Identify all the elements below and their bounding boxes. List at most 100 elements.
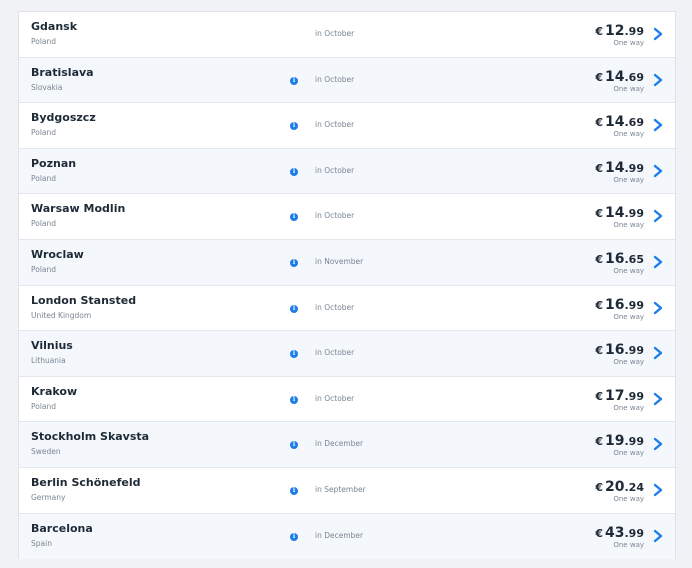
fare-price: €14.99: [595, 202, 644, 221]
fare-currency: €: [595, 252, 604, 266]
destination-city: Poznan: [31, 156, 77, 170]
chevron-right-icon[interactable]: [652, 27, 664, 41]
info-icon[interactable]: i: [290, 350, 298, 359]
fare-currency: €: [595, 526, 604, 540]
fare-currency: €: [595, 344, 604, 358]
destination-city: Bratislava: [31, 65, 94, 79]
info-icon[interactable]: i: [290, 167, 298, 176]
chevron-right-icon[interactable]: [652, 392, 664, 406]
fare-whole: 14: [605, 68, 625, 85]
travel-month: in October: [315, 29, 355, 38]
destination-city: Barcelona: [31, 521, 93, 535]
trip-type: One way: [613, 494, 644, 503]
travel-month: in October: [315, 120, 355, 130]
chevron-right-icon[interactable]: [652, 118, 664, 132]
trip-type: One way: [613, 84, 644, 93]
destination-country: Spain: [31, 538, 52, 548]
info-icon[interactable]: i: [290, 258, 298, 267]
flight-row[interactable]: London Stansted United Kingdom i in Octo…: [19, 286, 675, 332]
flight-row[interactable]: Berlin Schönefeld Germany i in September…: [19, 468, 675, 514]
fare-decimal: .99: [624, 344, 645, 358]
flight-row[interactable]: Vilnius Lithuania i in October €16.99 On…: [19, 331, 675, 377]
chevron-right-icon[interactable]: [652, 73, 664, 87]
fare-price: €14.99: [595, 157, 644, 176]
chevron-right-icon[interactable]: [652, 255, 664, 269]
fare-whole: 16: [605, 342, 625, 359]
travel-month: in December: [315, 439, 364, 449]
chevron-right-icon[interactable]: [652, 209, 664, 223]
fare-currency: €: [595, 298, 604, 312]
fare-decimal: .69: [624, 116, 645, 130]
fare-decimal: .99: [624, 389, 645, 403]
fare-whole: 16: [605, 250, 625, 267]
info-icon[interactable]: i: [290, 486, 298, 495]
info-icon[interactable]: i: [290, 395, 298, 404]
travel-month: in October: [315, 348, 355, 358]
destination-city: Krakow: [31, 384, 78, 398]
destination-city: London Stansted: [31, 293, 137, 307]
flight-row[interactable]: Wroclaw Poland i in November €16.65 One …: [19, 239, 675, 286]
destination-country: Poland: [31, 401, 57, 411]
destination-country: Slovakia: [31, 82, 63, 92]
travel-month: in October: [315, 302, 355, 312]
info-icon[interactable]: i: [290, 213, 298, 222]
fare-whole: 12: [605, 23, 625, 39]
info-icon[interactable]: i: [290, 304, 298, 313]
destination-city: Berlin Schönefeld: [31, 475, 141, 489]
destination-country: United Kingdom: [31, 310, 92, 320]
fare-price: €14.69: [595, 111, 644, 130]
flight-row[interactable]: Bratislava Slovakia i in October €14.69 …: [19, 57, 675, 104]
fare-whole: 19: [605, 433, 625, 450]
flight-row[interactable]: Bydgoszcz Poland i in October €14.69 One…: [19, 103, 675, 149]
chevron-right-icon[interactable]: [652, 483, 664, 497]
fare-whole: 17: [605, 387, 625, 404]
flight-row[interactable]: Gdansk Poland in October €12.99 One way: [19, 12, 675, 58]
chevron-right-icon[interactable]: [652, 301, 664, 315]
trip-type: One way: [613, 403, 644, 412]
chevron-right-icon[interactable]: [652, 437, 664, 451]
destination-city: Gdansk: [31, 20, 78, 33]
destination-city: Vilnius: [31, 339, 73, 353]
fare-price: €20.24: [595, 476, 644, 495]
flight-row[interactable]: Warsaw Modlin Poland i in October €14.99…: [19, 194, 675, 240]
flight-row[interactable]: Barcelona Spain i in December €43.99 One…: [19, 513, 675, 560]
fare-decimal: .99: [624, 298, 645, 312]
trip-type: One way: [613, 130, 644, 139]
travel-month: in October: [315, 74, 355, 84]
trip-type: One way: [613, 540, 644, 549]
destination-country: Sweden: [31, 447, 61, 457]
destination-country: Germany: [31, 492, 66, 502]
flight-row[interactable]: Krakow Poland i in October €17.99 One wa…: [19, 377, 675, 423]
fare-currency: €: [595, 435, 604, 449]
destination-city: Bydgoszcz: [31, 111, 96, 125]
trip-type: One way: [613, 39, 644, 47]
fare-price: €14.69: [595, 66, 644, 85]
destination-country: Lithuania: [31, 356, 66, 366]
flight-results-list: Gdansk Poland in October €12.99 One way …: [18, 11, 676, 560]
fare-currency: €: [595, 161, 604, 175]
fare-price: €16.99: [595, 294, 644, 313]
trip-type: One way: [613, 358, 644, 367]
flight-row[interactable]: Poznan Poland i in October €14.99 One wa…: [19, 148, 675, 195]
chevron-right-icon[interactable]: [652, 529, 664, 543]
chevron-right-icon[interactable]: [652, 346, 664, 360]
fare-price: €19.99: [595, 430, 644, 449]
fare-currency: €: [595, 207, 604, 221]
fare-whole: 16: [605, 296, 625, 313]
info-icon[interactable]: i: [290, 76, 298, 85]
fare-decimal: .99: [624, 435, 645, 449]
fare-price: €12.99: [595, 20, 644, 39]
fare-currency: €: [595, 25, 604, 38]
fare-decimal: .99: [624, 25, 645, 38]
info-icon[interactable]: i: [290, 441, 298, 450]
travel-month: in October: [315, 393, 355, 403]
chevron-right-icon[interactable]: [652, 164, 664, 178]
fare-whole: 43: [605, 524, 625, 541]
flight-row[interactable]: Stockholm Skavsta Sweden i in December €…: [19, 422, 675, 468]
info-icon[interactable]: i: [290, 532, 298, 541]
info-icon[interactable]: i: [290, 122, 298, 131]
fare-decimal: .24: [624, 480, 645, 494]
travel-month: in November: [315, 256, 364, 266]
fare-whole: 14: [605, 205, 625, 222]
trip-type: One way: [613, 175, 644, 184]
